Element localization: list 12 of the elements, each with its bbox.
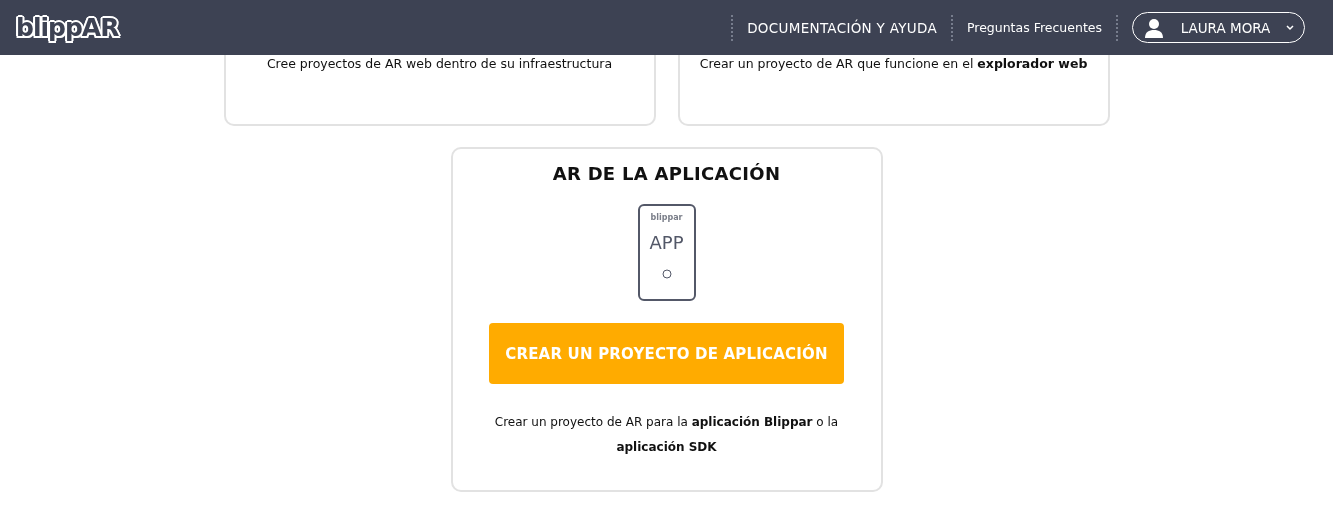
- phone-label: APP: [649, 232, 684, 253]
- card-title: AR DE LA APLICACIÓN: [552, 163, 781, 184]
- home-button-icon: [661, 269, 672, 279]
- nav-link[interactable]: DOCUMENTACIÓN Y AYUDA: [747, 19, 937, 36]
- nav-link[interactable]: Preguntas Frecuentes: [966, 20, 1102, 35]
- user-icon: [1143, 16, 1165, 39]
- card-description: Cree proyectos de AR web dentro de su infraestructura: [223, 55, 656, 126]
- phone-logo: blippar: [650, 213, 683, 222]
- chevron-icon: [1286, 24, 1294, 31]
- card-description: Crear un proyecto de AR que funcione en el explorador web: [677, 55, 1110, 126]
- logo[interactable]: blippAR: [16, 13, 119, 42]
- card-description: Crear un proyecto de AR para la aplicación Blippar o la aplicación SDK: [493, 414, 840, 456]
